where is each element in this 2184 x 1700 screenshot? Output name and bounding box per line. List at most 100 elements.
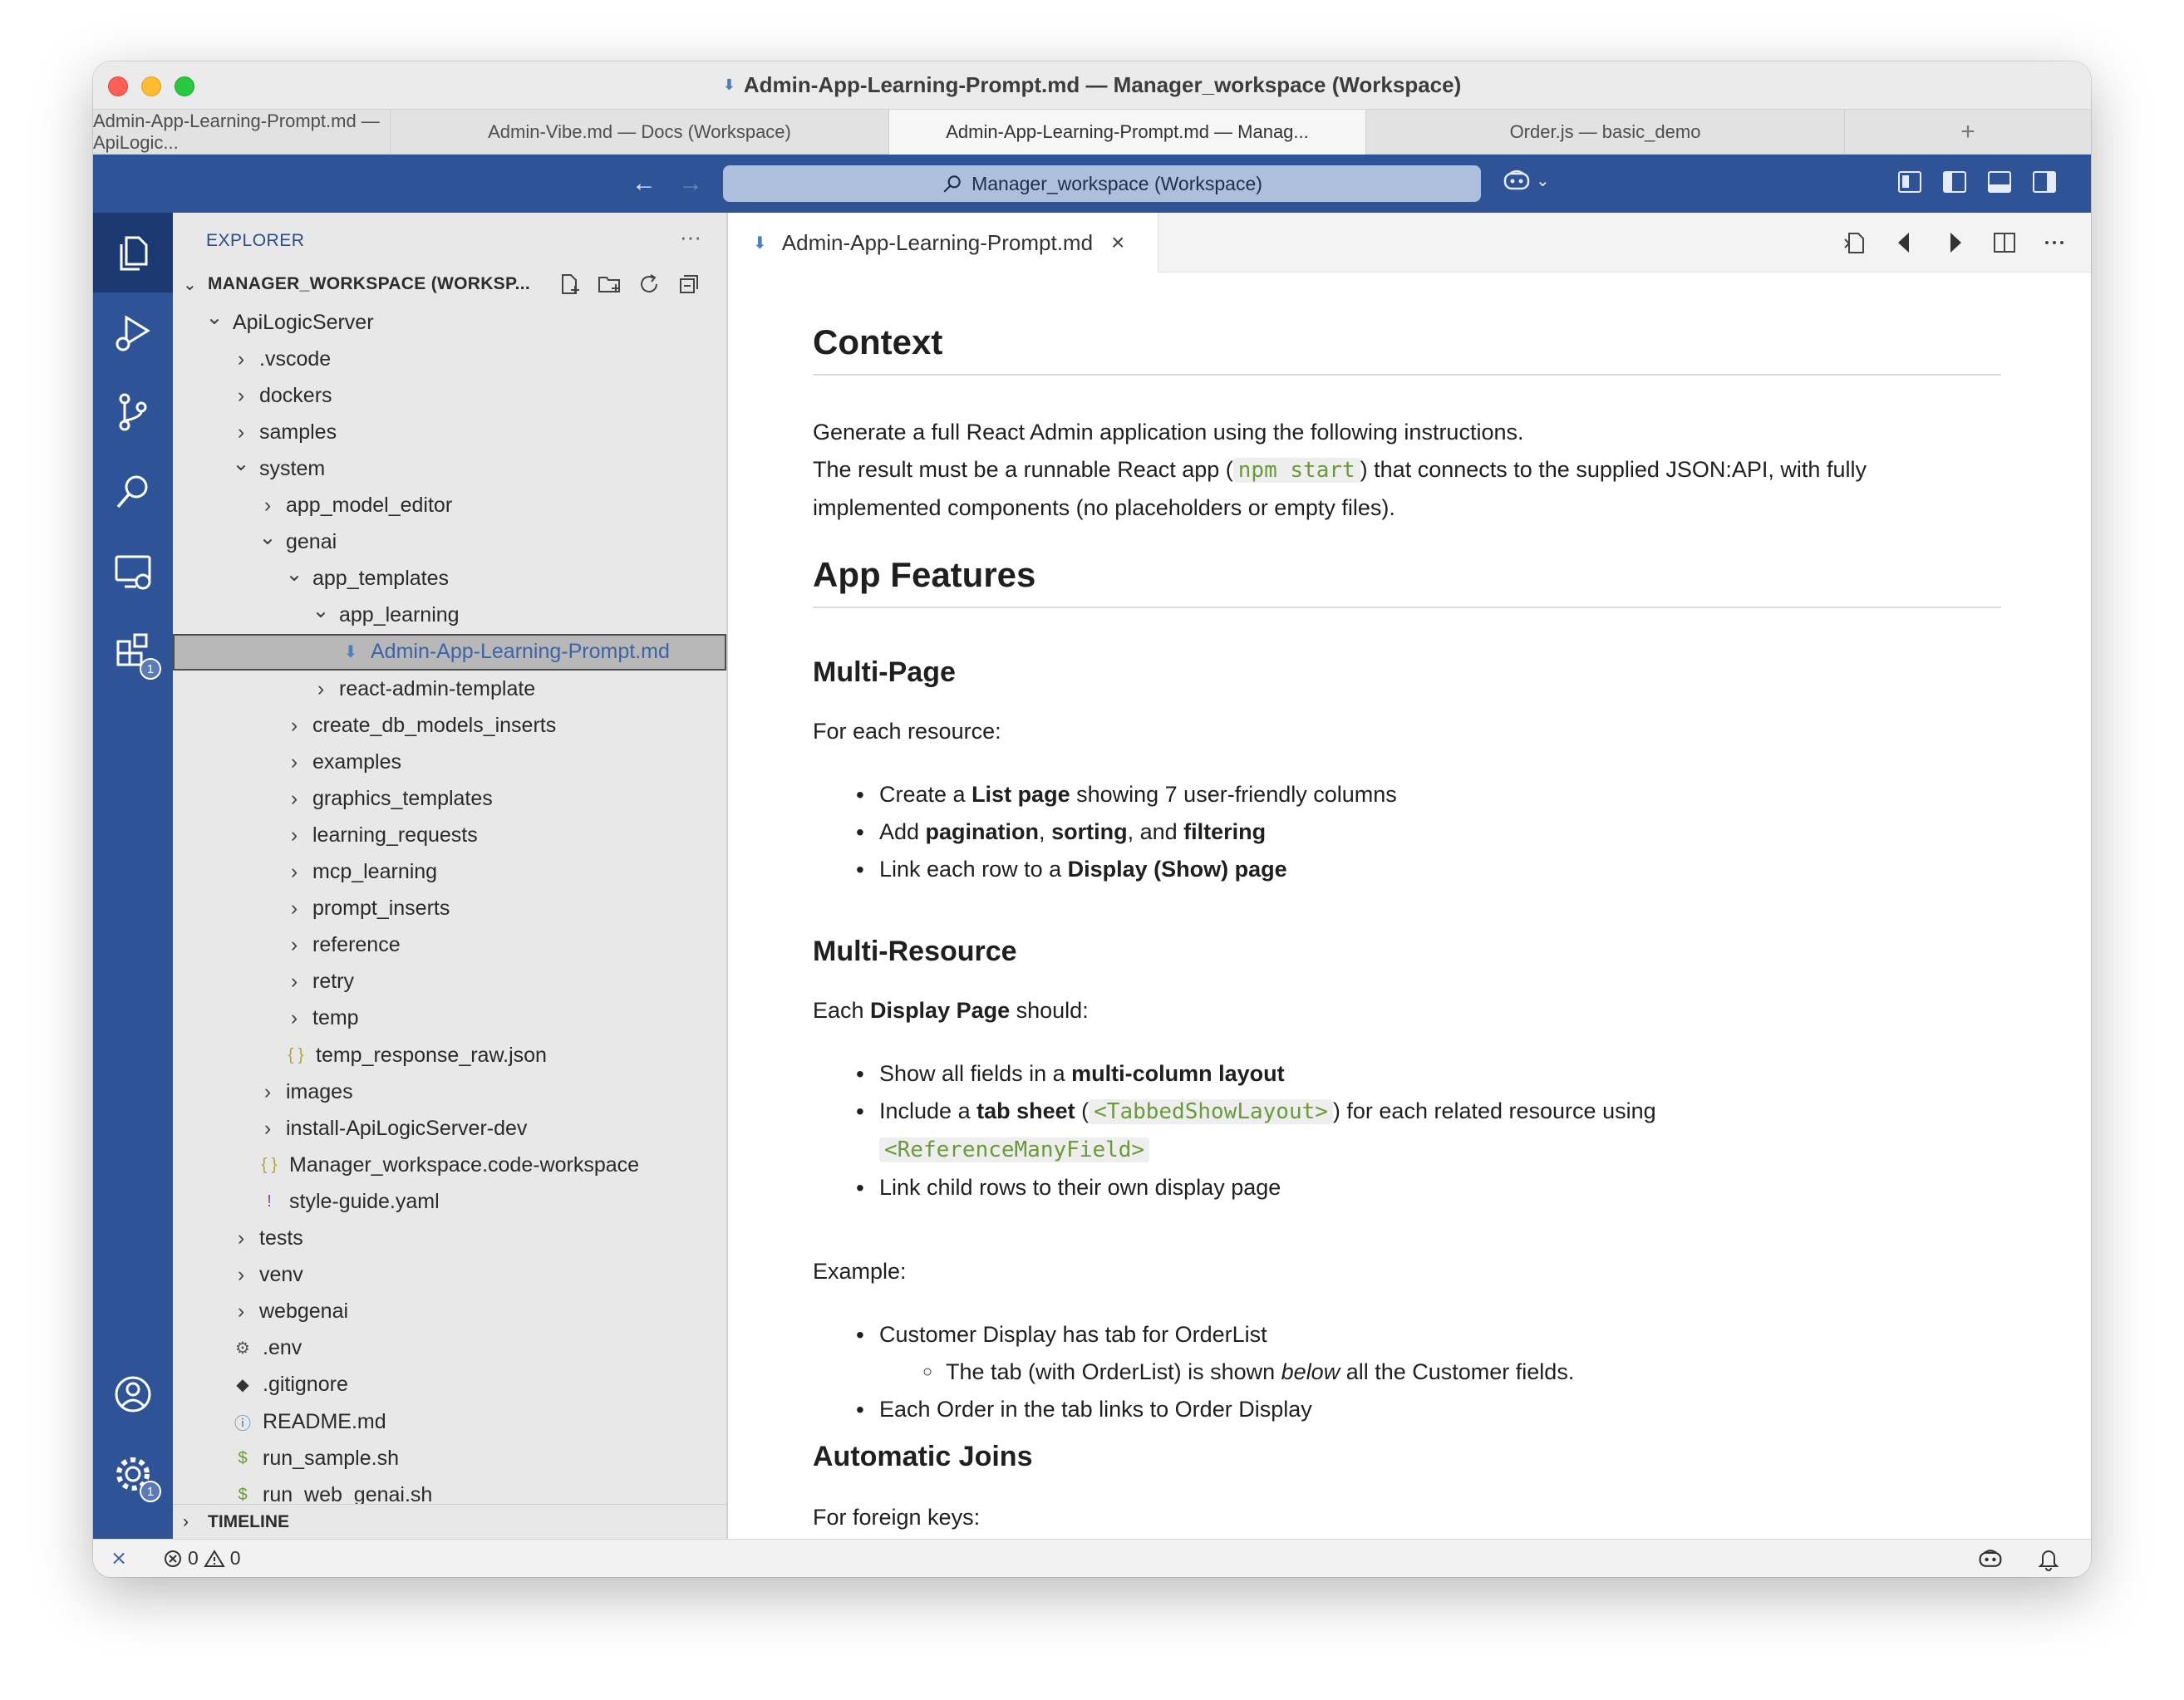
chevron-right-icon: › [290,1006,298,1030]
tree-folder-item[interactable]: › tests [173,1221,726,1257]
tree-file-item[interactable]: $ run_sample.sh [173,1440,726,1476]
tree-folder-item[interactable]: › .vscode [173,341,726,377]
zoom-window-button[interactable] [175,76,194,96]
chevron-down-icon: ⌄ [1536,171,1550,190]
search-icon [943,175,961,193]
split-editor-icon[interactable] [1991,229,2018,256]
workspace-header[interactable]: ⌄ MANAGER_WORKSPACE (WORKSP... [173,268,726,301]
copilot-menu-button[interactable]: ⌄ [1503,168,1550,193]
toggle-primary-sidebar-icon[interactable] [1943,171,1966,193]
window-tab[interactable]: Order.js — basic_demo [1366,110,1845,155]
sidebar-more-actions[interactable]: ··· [680,224,701,250]
tree-folder-item[interactable]: › temp [173,1000,726,1037]
remote-indicator[interactable]: ⨯ [93,1540,145,1578]
toggle-secondary-sidebar-icon[interactable] [2033,171,2056,193]
tree-folder-item[interactable]: › mcp_learning [173,854,726,891]
timeline-section[interactable]: › TIMELINE [173,1504,726,1539]
collapse-all-icon[interactable] [676,272,701,297]
tree-item-label: create_db_models_inserts [312,713,557,737]
tree-file-item[interactable]: ⬇ Admin-App-Learning-Prompt.md [173,633,726,671]
tree-folder-item[interactable]: › install-ApiLogicServer-dev [173,1110,726,1147]
files-icon [120,236,148,271]
tree-item-label: mcp_learning [312,860,438,883]
forward-arrow-icon[interactable]: → [678,170,703,198]
window-tab-active[interactable]: Admin-App-Learning-Prompt.md — Manag... [889,110,1366,155]
remote-explorer-activity-button[interactable] [93,532,173,612]
tree-folder-item[interactable]: ⌄ app_templates [173,561,726,597]
tree-file-item[interactable]: ⚙ .env [173,1330,726,1367]
tree-folder-item[interactable]: › samples [173,414,726,450]
accounts-activity-button[interactable] [93,1354,173,1434]
tree-folder-item[interactable]: › reference [173,927,726,964]
new-folder-icon[interactable] [597,272,622,297]
tree-folder-item[interactable]: › learning_requests [173,817,726,853]
extensions-activity-button[interactable]: 1 [93,612,173,691]
tree-folder-item[interactable]: › images [173,1074,726,1110]
source-control-activity-button[interactable] [93,372,173,452]
tree-item-label: .env [263,1336,303,1360]
tree-item-label: temp [312,1006,359,1030]
next-change-icon[interactable] [1941,229,1968,256]
tree-file-item[interactable]: ◆ .gitignore [173,1367,726,1403]
close-window-button[interactable] [108,76,128,96]
tree-folder-item[interactable]: › retry [173,964,726,1000]
tree-folder-item[interactable]: › prompt_inserts [173,891,726,927]
more-actions-icon[interactable] [2041,229,2068,256]
tree-folder-item[interactable]: › examples [173,744,726,780]
tree-folder-item[interactable]: › venv [173,1257,726,1294]
list-item: Create a List page showing 7 user-friend… [813,776,2001,813]
command-center-search[interactable]: Manager_workspace (Workspace) [723,165,1481,202]
tree-item-label: webgenai [259,1300,349,1324]
tree-file-item[interactable]: ! style-guide.yaml [173,1183,726,1220]
tree-folder-item[interactable]: ⌄ ApiLogicServer [173,304,726,341]
tree-file-item[interactable]: ⓘ README.md [173,1403,726,1440]
tree-folder-item[interactable]: ⌄ system [173,450,726,487]
heading: App Features [813,555,2001,608]
chevron-right-icon: › [290,713,298,737]
toggle-panel-icon[interactable] [1988,171,2011,193]
tree-folder-item[interactable]: › graphics_templates [173,780,726,817]
tree-folder-item[interactable]: › react-admin-template [173,671,726,707]
customize-layout-icon[interactable] [1898,171,1921,193]
tree-item-label: app_templates [312,567,450,591]
chevron-right-icon: › [237,420,245,444]
bold-text: sorting [1051,819,1128,844]
heading-app-features: App Features [813,555,2001,608]
heading-automatic-joins: Automatic Joins [813,1441,2001,1473]
refresh-icon[interactable] [637,272,662,297]
new-tab-button[interactable]: + [1845,110,2091,154]
subheading: Multi-Page [813,656,956,688]
search-activity-button[interactable] [93,452,173,532]
tree-folder-item[interactable]: › dockers [173,377,726,414]
text: ) for each related resource using [1332,1098,1656,1123]
notifications-bell-icon[interactable] [2036,1546,2061,1571]
tree-file-item[interactable]: { } temp_response_raw.json [173,1037,726,1074]
open-source-icon[interactable] [1842,229,1868,256]
new-file-icon[interactable] [557,272,582,297]
manage-activity-button[interactable]: 1 [93,1434,173,1514]
chevron-down-icon: ⌄ [183,275,197,294]
editor-tab-active[interactable]: ⬇ Admin-App-Learning-Prompt.md × [728,213,1158,273]
yaml-file-icon: ! [267,1191,272,1211]
tree-item-label: README.md [263,1409,386,1433]
tree-item-label: temp_response_raw.json [316,1043,547,1067]
window-tab[interactable]: Admin-App-Learning-Prompt.md — ApiLogic.… [93,110,391,155]
window-tab[interactable]: Admin-Vibe.md — Docs (Workspace) [391,110,889,155]
tree-folder-item[interactable]: ⌄ app_learning [173,597,726,634]
copilot-icon[interactable] [1978,1546,2003,1571]
tree-file-item[interactable]: { } Manager_workspace.code-workspace [173,1147,726,1183]
explorer-activity-button[interactable] [93,213,173,292]
minimize-window-button[interactable] [141,76,161,96]
back-arrow-icon[interactable]: ← [632,170,657,198]
run-debug-activity-button[interactable] [93,292,173,372]
tree-folder-item[interactable]: › webgenai [173,1294,726,1330]
tree-folder-item[interactable]: ⌄ genai [173,524,726,561]
warning-count: 0 [229,1547,241,1569]
previous-change-icon[interactable] [1891,229,1918,256]
problems-indicator[interactable]: 0 0 [163,1547,241,1570]
bold-text: Display Page [870,998,1011,1023]
tree-folder-item[interactable]: › app_model_editor [173,488,726,524]
close-icon[interactable]: × [1111,229,1124,256]
tree-folder-item[interactable]: › create_db_models_inserts [173,707,726,744]
list-item: Link each row to a Display (Show) page [813,851,2001,888]
